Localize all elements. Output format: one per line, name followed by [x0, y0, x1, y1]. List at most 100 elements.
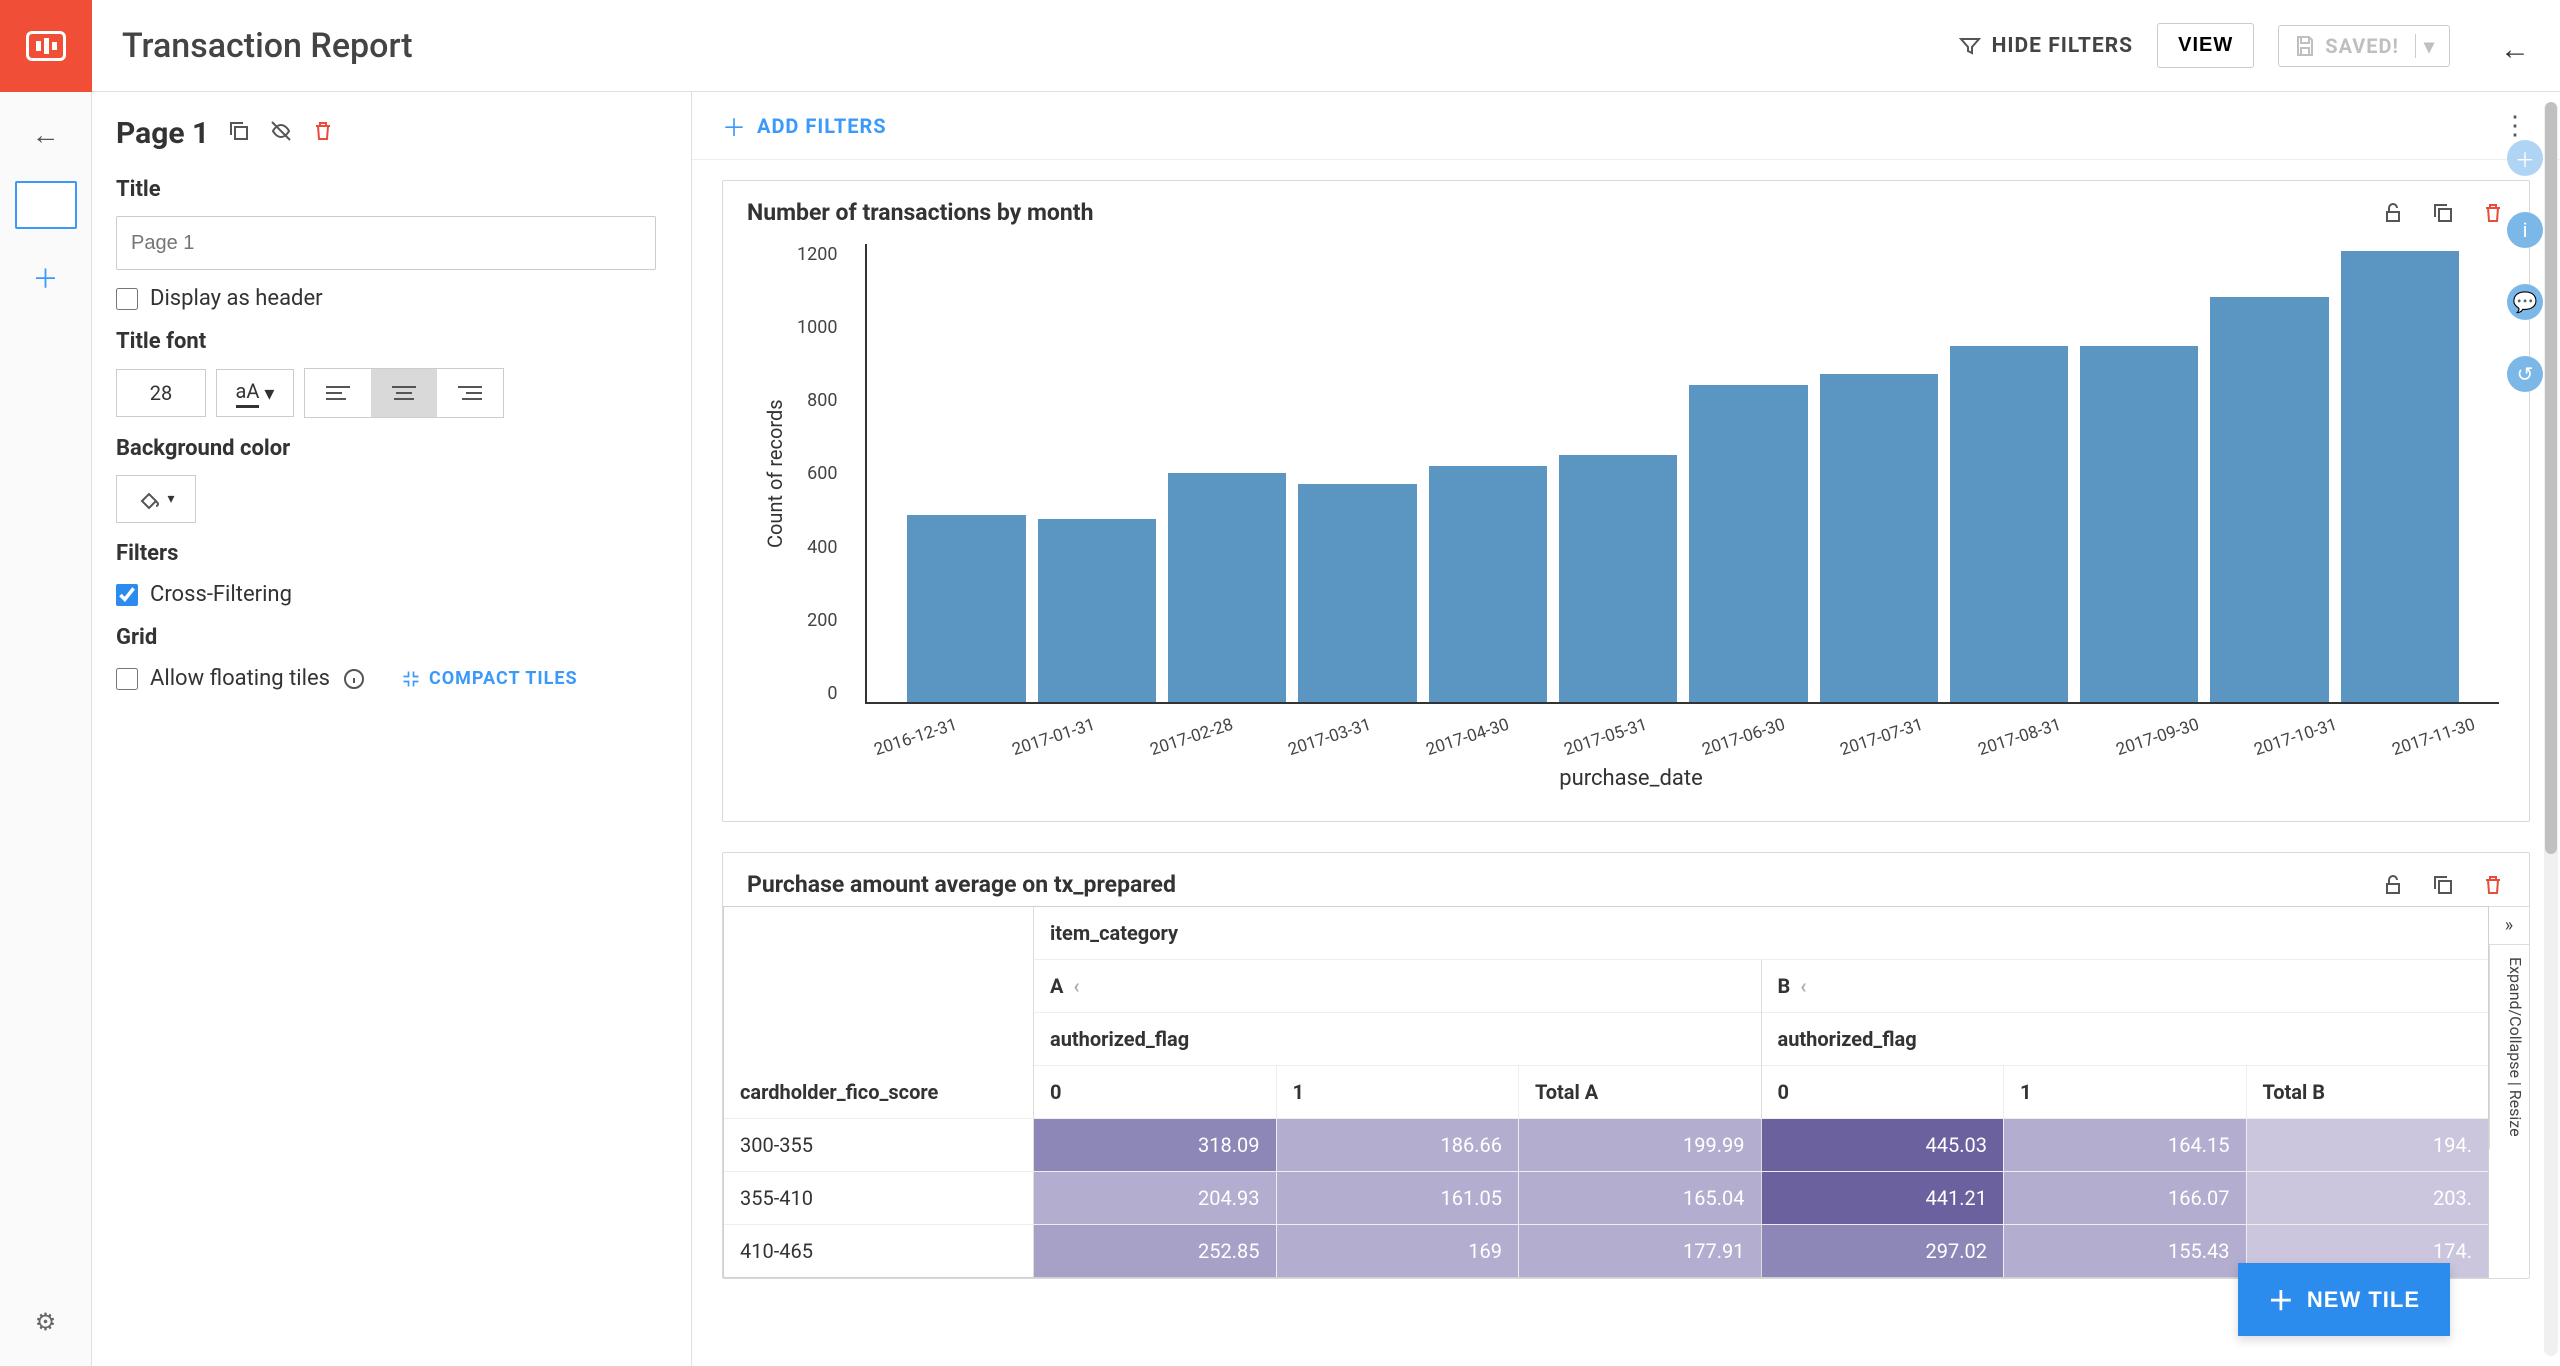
page-title-input[interactable]	[116, 216, 656, 270]
filter-icon	[1958, 34, 1982, 58]
add-page-button[interactable]: ＋	[32, 259, 58, 296]
add-filters-button[interactable]: ＋ ADD FILTERS	[722, 108, 887, 143]
align-left-button[interactable]	[305, 369, 371, 417]
title-font-section-label: Title font	[116, 329, 661, 354]
dashboard-title[interactable]: Transaction Report	[122, 26, 1958, 66]
pivot-cell: 186.66	[1277, 1119, 1520, 1171]
pivot-subheader-b: authorized_flag	[1762, 1013, 2489, 1066]
chart-bar[interactable]	[1038, 519, 1156, 702]
pivot-cell: 155.43	[2004, 1225, 2247, 1277]
pivot-collapse-toggle[interactable]: »	[2489, 907, 2529, 945]
pivot-group-b[interactable]: B ‹	[1762, 960, 2489, 1013]
back-arrow-icon[interactable]: ←	[32, 118, 60, 151]
display-as-header-checkbox[interactable]: Display as header	[116, 286, 661, 311]
hide-page-icon[interactable]	[269, 119, 293, 149]
page-rail: ← ＋ ⚙	[0, 92, 92, 1366]
view-button[interactable]: VIEW	[2157, 23, 2254, 68]
pivot-col-totalb: Total B	[2247, 1066, 2489, 1118]
chart-bar[interactable]	[2080, 346, 2198, 702]
right-rail: ＋ i 💬 ↺	[2490, 100, 2560, 392]
align-right-button[interactable]	[437, 369, 503, 417]
hide-filters-button[interactable]: HIDE FILTERS	[1958, 34, 2134, 58]
compact-tiles-label: COMPACT TILES	[429, 668, 578, 689]
chart-bar[interactable]	[1168, 473, 1286, 702]
info-icon[interactable]	[342, 667, 366, 691]
pivot-cell: 177.91	[1519, 1225, 1761, 1277]
pivot-category-header: item_category	[1034, 907, 2488, 960]
tile-chart-title: Number of transactions by month	[747, 199, 1093, 226]
pivot-cell: 204.93	[1034, 1172, 1277, 1224]
chart-bar[interactable]	[1950, 346, 2068, 702]
unlock-icon[interactable]	[2381, 201, 2405, 225]
bg-color-picker[interactable]: ▾	[116, 475, 196, 523]
delete-tile-icon[interactable]	[2481, 873, 2505, 897]
chart-icon	[26, 31, 66, 61]
pivot-data-row: 355-410 204.93 161.05 165.04 441.21 166.…	[724, 1171, 2488, 1224]
chart-bar[interactable]	[1689, 385, 1807, 702]
pivot-col-totala: Total A	[1519, 1066, 1761, 1118]
title-section-label: Title	[116, 177, 661, 202]
chart-bar[interactable]	[1298, 484, 1416, 702]
saved-label: SAVED!	[2325, 34, 2399, 58]
font-size-input[interactable]: 28	[116, 369, 206, 417]
cross-filtering-checkbox[interactable]: Cross-Filtering	[116, 582, 661, 607]
rail-history-icon[interactable]: ↺	[2507, 356, 2543, 392]
pivot-cell: 164.15	[2004, 1119, 2247, 1171]
chevron-down-icon: ▾	[167, 491, 174, 507]
duplicate-tile-icon[interactable]	[2431, 873, 2455, 897]
rail-info-icon[interactable]: i	[2507, 212, 2543, 248]
collapse-arrow-icon[interactable]: ←	[2500, 32, 2530, 67]
pivot-cell: 318.09	[1034, 1119, 1277, 1171]
chart-bar[interactable]	[1820, 374, 1938, 702]
cross-filtering-input[interactable]	[116, 584, 138, 606]
chart-bar[interactable]	[2341, 251, 2459, 702]
page-title: Page 1	[116, 116, 209, 151]
chart-bar[interactable]	[1559, 455, 1677, 702]
pivot-cell: 203.	[2247, 1172, 2489, 1224]
tile-pivot-title: Purchase amount average on tx_prepared	[747, 871, 1176, 898]
chevron-left-icon: ‹	[1800, 974, 1806, 998]
pivot-cell: 194.	[2247, 1119, 2489, 1171]
chart-bar[interactable]	[907, 515, 1025, 702]
duplicate-tile-icon[interactable]	[2431, 201, 2455, 225]
pivot-col-a0: 0	[1034, 1066, 1277, 1118]
new-tile-button[interactable]: ＋ NEW TILE	[2238, 1263, 2450, 1336]
delete-page-icon[interactable]	[311, 119, 335, 149]
allow-floating-input[interactable]	[116, 668, 138, 690]
canvas-area: ＋ ADD FILTERS ⋮ Number of transactions b…	[692, 92, 2560, 1366]
canvas-scroll[interactable]: Number of transactions by month Count of…	[692, 160, 2560, 1366]
compact-tiles-button[interactable]: COMPACT TILES	[401, 668, 578, 689]
chart-plot	[847, 244, 2499, 704]
x-axis-ticks: 2016-12-312017-01-312017-02-282017-03-31…	[763, 704, 2499, 748]
display-as-header-label: Display as header	[150, 286, 323, 311]
pivot-col-b0: 0	[1762, 1066, 2005, 1118]
plus-icon: ＋	[2268, 1281, 2295, 1318]
app-logo[interactable]	[0, 0, 92, 92]
align-center-button[interactable]	[371, 369, 437, 417]
grid-section-label: Grid	[116, 625, 661, 650]
settings-gear-icon[interactable]: ⚙	[0, 1308, 91, 1336]
pivot-collapse-label[interactable]: Expand/Collapse | Resize	[2489, 945, 2529, 1149]
saved-indicator[interactable]: SAVED! ▾	[2278, 25, 2450, 67]
y-axis-ticks: 120010008006004002000	[787, 244, 847, 704]
page-settings-panel: Page 1 Title Display as header Title fon…	[92, 92, 692, 1366]
pivot-cell: 445.03	[1762, 1119, 2005, 1171]
rail-comment-icon[interactable]: 💬	[2507, 284, 2543, 320]
page-thumbnail-1[interactable]	[15, 181, 77, 229]
pivot-col-b1: 1	[2004, 1066, 2247, 1118]
saved-caret-icon[interactable]: ▾	[2415, 34, 2435, 58]
font-style-sample: aA	[236, 379, 260, 408]
unlock-icon[interactable]	[2381, 873, 2405, 897]
pivot-cell: 252.85	[1034, 1225, 1277, 1277]
chart-bar[interactable]	[2210, 297, 2328, 702]
rail-add-icon[interactable]: ＋	[2507, 140, 2543, 176]
filters-section-label: Filters	[116, 541, 661, 566]
pivot-col-a1: 1	[1277, 1066, 1520, 1118]
tile-chart[interactable]: Number of transactions by month Count of…	[722, 180, 2530, 822]
chart-bar[interactable]	[1429, 466, 1547, 702]
duplicate-page-icon[interactable]	[227, 119, 251, 149]
display-as-header-input[interactable]	[116, 288, 138, 310]
pivot-group-a[interactable]: A ‹	[1034, 960, 1761, 1013]
tile-pivot[interactable]: Purchase amount average on tx_prepared i…	[722, 852, 2530, 1279]
font-style-dropdown[interactable]: aA ▾	[216, 369, 294, 417]
